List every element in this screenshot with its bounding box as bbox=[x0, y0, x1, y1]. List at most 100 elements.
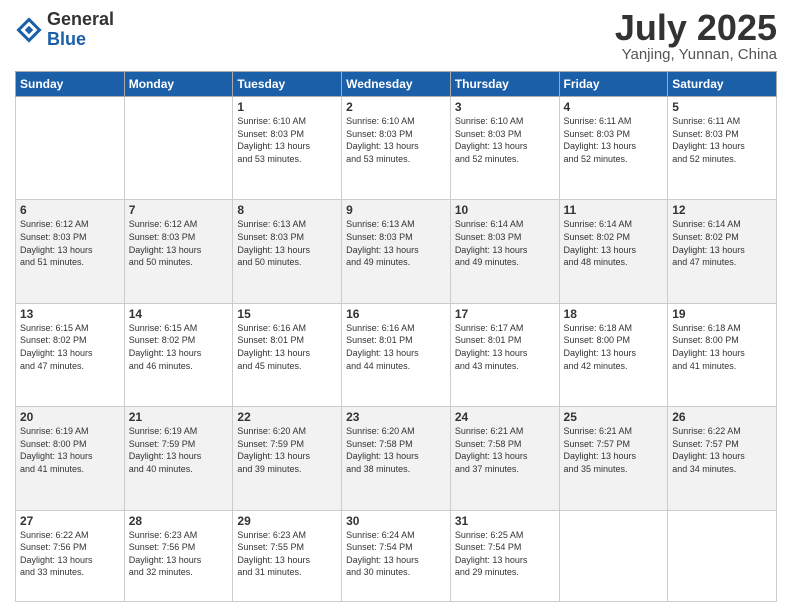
day-info: Sunrise: 6:18 AM Sunset: 8:00 PM Dayligh… bbox=[564, 322, 664, 372]
day-info: Sunrise: 6:16 AM Sunset: 8:01 PM Dayligh… bbox=[237, 322, 337, 372]
day-info: Sunrise: 6:16 AM Sunset: 8:01 PM Dayligh… bbox=[346, 322, 446, 372]
day-number: 17 bbox=[455, 307, 555, 321]
calendar-day-cell: 28Sunrise: 6:23 AM Sunset: 7:56 PM Dayli… bbox=[124, 510, 233, 601]
calendar-day-cell: 13Sunrise: 6:15 AM Sunset: 8:02 PM Dayli… bbox=[16, 303, 125, 406]
day-number: 5 bbox=[672, 100, 772, 114]
day-number: 25 bbox=[564, 410, 664, 424]
day-number: 6 bbox=[20, 203, 120, 217]
day-number: 24 bbox=[455, 410, 555, 424]
day-info: Sunrise: 6:13 AM Sunset: 8:03 PM Dayligh… bbox=[346, 218, 446, 268]
weekday-header-thursday: Thursday bbox=[450, 72, 559, 97]
day-number: 28 bbox=[129, 514, 229, 528]
day-number: 31 bbox=[455, 514, 555, 528]
day-info: Sunrise: 6:13 AM Sunset: 8:03 PM Dayligh… bbox=[237, 218, 337, 268]
day-number: 29 bbox=[237, 514, 337, 528]
day-info: Sunrise: 6:10 AM Sunset: 8:03 PM Dayligh… bbox=[346, 115, 446, 165]
day-info: Sunrise: 6:19 AM Sunset: 7:59 PM Dayligh… bbox=[129, 425, 229, 475]
day-info: Sunrise: 6:22 AM Sunset: 7:57 PM Dayligh… bbox=[672, 425, 772, 475]
title-section: July 2025 Yanjing, Yunnan, China bbox=[615, 10, 777, 63]
logo-text: General Blue bbox=[47, 10, 114, 50]
day-info: Sunrise: 6:11 AM Sunset: 8:03 PM Dayligh… bbox=[672, 115, 772, 165]
calendar-week-row: 1Sunrise: 6:10 AM Sunset: 8:03 PM Daylig… bbox=[16, 97, 777, 200]
calendar-day-cell bbox=[559, 510, 668, 601]
logo-icon bbox=[15, 16, 43, 44]
day-info: Sunrise: 6:20 AM Sunset: 7:59 PM Dayligh… bbox=[237, 425, 337, 475]
day-number: 1 bbox=[237, 100, 337, 114]
calendar-day-cell: 16Sunrise: 6:16 AM Sunset: 8:01 PM Dayli… bbox=[342, 303, 451, 406]
day-number: 7 bbox=[129, 203, 229, 217]
weekday-header-row: SundayMondayTuesdayWednesdayThursdayFrid… bbox=[16, 72, 777, 97]
day-number: 12 bbox=[672, 203, 772, 217]
weekday-header-monday: Monday bbox=[124, 72, 233, 97]
day-info: Sunrise: 6:20 AM Sunset: 7:58 PM Dayligh… bbox=[346, 425, 446, 475]
day-info: Sunrise: 6:14 AM Sunset: 8:03 PM Dayligh… bbox=[455, 218, 555, 268]
day-info: Sunrise: 6:15 AM Sunset: 8:02 PM Dayligh… bbox=[129, 322, 229, 372]
day-info: Sunrise: 6:10 AM Sunset: 8:03 PM Dayligh… bbox=[455, 115, 555, 165]
calendar-day-cell: 17Sunrise: 6:17 AM Sunset: 8:01 PM Dayli… bbox=[450, 303, 559, 406]
calendar-day-cell: 30Sunrise: 6:24 AM Sunset: 7:54 PM Dayli… bbox=[342, 510, 451, 601]
day-number: 8 bbox=[237, 203, 337, 217]
logo: General Blue bbox=[15, 10, 114, 50]
logo-general: General bbox=[47, 10, 114, 30]
weekday-header-wednesday: Wednesday bbox=[342, 72, 451, 97]
day-number: 10 bbox=[455, 203, 555, 217]
day-info: Sunrise: 6:10 AM Sunset: 8:03 PM Dayligh… bbox=[237, 115, 337, 165]
calendar-day-cell: 20Sunrise: 6:19 AM Sunset: 8:00 PM Dayli… bbox=[16, 407, 125, 510]
day-number: 14 bbox=[129, 307, 229, 321]
calendar-day-cell: 2Sunrise: 6:10 AM Sunset: 8:03 PM Daylig… bbox=[342, 97, 451, 200]
calendar-week-row: 27Sunrise: 6:22 AM Sunset: 7:56 PM Dayli… bbox=[16, 510, 777, 601]
day-number: 16 bbox=[346, 307, 446, 321]
day-number: 27 bbox=[20, 514, 120, 528]
calendar-day-cell: 5Sunrise: 6:11 AM Sunset: 8:03 PM Daylig… bbox=[668, 97, 777, 200]
day-info: Sunrise: 6:14 AM Sunset: 8:02 PM Dayligh… bbox=[672, 218, 772, 268]
calendar-day-cell bbox=[668, 510, 777, 601]
day-number: 9 bbox=[346, 203, 446, 217]
calendar-day-cell: 22Sunrise: 6:20 AM Sunset: 7:59 PM Dayli… bbox=[233, 407, 342, 510]
day-info: Sunrise: 6:19 AM Sunset: 8:00 PM Dayligh… bbox=[20, 425, 120, 475]
day-number: 18 bbox=[564, 307, 664, 321]
calendar-day-cell bbox=[124, 97, 233, 200]
day-number: 4 bbox=[564, 100, 664, 114]
logo-blue: Blue bbox=[47, 30, 114, 50]
month-title: July 2025 bbox=[615, 10, 777, 46]
day-number: 26 bbox=[672, 410, 772, 424]
day-info: Sunrise: 6:23 AM Sunset: 7:56 PM Dayligh… bbox=[129, 529, 229, 579]
calendar-day-cell bbox=[16, 97, 125, 200]
calendar-day-cell: 29Sunrise: 6:23 AM Sunset: 7:55 PM Dayli… bbox=[233, 510, 342, 601]
calendar-day-cell: 14Sunrise: 6:15 AM Sunset: 8:02 PM Dayli… bbox=[124, 303, 233, 406]
day-number: 23 bbox=[346, 410, 446, 424]
day-number: 19 bbox=[672, 307, 772, 321]
day-info: Sunrise: 6:24 AM Sunset: 7:54 PM Dayligh… bbox=[346, 529, 446, 579]
day-info: Sunrise: 6:15 AM Sunset: 8:02 PM Dayligh… bbox=[20, 322, 120, 372]
calendar-day-cell: 19Sunrise: 6:18 AM Sunset: 8:00 PM Dayli… bbox=[668, 303, 777, 406]
weekday-header-friday: Friday bbox=[559, 72, 668, 97]
weekday-header-sunday: Sunday bbox=[16, 72, 125, 97]
day-number: 22 bbox=[237, 410, 337, 424]
calendar-day-cell: 11Sunrise: 6:14 AM Sunset: 8:02 PM Dayli… bbox=[559, 200, 668, 303]
page: General Blue July 2025 Yanjing, Yunnan, … bbox=[0, 0, 792, 612]
calendar-day-cell: 26Sunrise: 6:22 AM Sunset: 7:57 PM Dayli… bbox=[668, 407, 777, 510]
day-number: 21 bbox=[129, 410, 229, 424]
calendar-table: SundayMondayTuesdayWednesdayThursdayFrid… bbox=[15, 71, 777, 602]
calendar-day-cell: 6Sunrise: 6:12 AM Sunset: 8:03 PM Daylig… bbox=[16, 200, 125, 303]
calendar-week-row: 13Sunrise: 6:15 AM Sunset: 8:02 PM Dayli… bbox=[16, 303, 777, 406]
calendar-day-cell: 9Sunrise: 6:13 AM Sunset: 8:03 PM Daylig… bbox=[342, 200, 451, 303]
day-info: Sunrise: 6:11 AM Sunset: 8:03 PM Dayligh… bbox=[564, 115, 664, 165]
day-number: 2 bbox=[346, 100, 446, 114]
day-info: Sunrise: 6:21 AM Sunset: 7:58 PM Dayligh… bbox=[455, 425, 555, 475]
calendar-week-row: 6Sunrise: 6:12 AM Sunset: 8:03 PM Daylig… bbox=[16, 200, 777, 303]
day-info: Sunrise: 6:22 AM Sunset: 7:56 PM Dayligh… bbox=[20, 529, 120, 579]
location-subtitle: Yanjing, Yunnan, China bbox=[615, 46, 777, 63]
day-info: Sunrise: 6:12 AM Sunset: 8:03 PM Dayligh… bbox=[20, 218, 120, 268]
calendar-day-cell: 21Sunrise: 6:19 AM Sunset: 7:59 PM Dayli… bbox=[124, 407, 233, 510]
calendar-day-cell: 27Sunrise: 6:22 AM Sunset: 7:56 PM Dayli… bbox=[16, 510, 125, 601]
calendar-day-cell: 31Sunrise: 6:25 AM Sunset: 7:54 PM Dayli… bbox=[450, 510, 559, 601]
calendar-day-cell: 18Sunrise: 6:18 AM Sunset: 8:00 PM Dayli… bbox=[559, 303, 668, 406]
calendar-day-cell: 1Sunrise: 6:10 AM Sunset: 8:03 PM Daylig… bbox=[233, 97, 342, 200]
weekday-header-saturday: Saturday bbox=[668, 72, 777, 97]
day-info: Sunrise: 6:25 AM Sunset: 7:54 PM Dayligh… bbox=[455, 529, 555, 579]
day-info: Sunrise: 6:12 AM Sunset: 8:03 PM Dayligh… bbox=[129, 218, 229, 268]
calendar-week-row: 20Sunrise: 6:19 AM Sunset: 8:00 PM Dayli… bbox=[16, 407, 777, 510]
calendar-day-cell: 15Sunrise: 6:16 AM Sunset: 8:01 PM Dayli… bbox=[233, 303, 342, 406]
day-info: Sunrise: 6:21 AM Sunset: 7:57 PM Dayligh… bbox=[564, 425, 664, 475]
